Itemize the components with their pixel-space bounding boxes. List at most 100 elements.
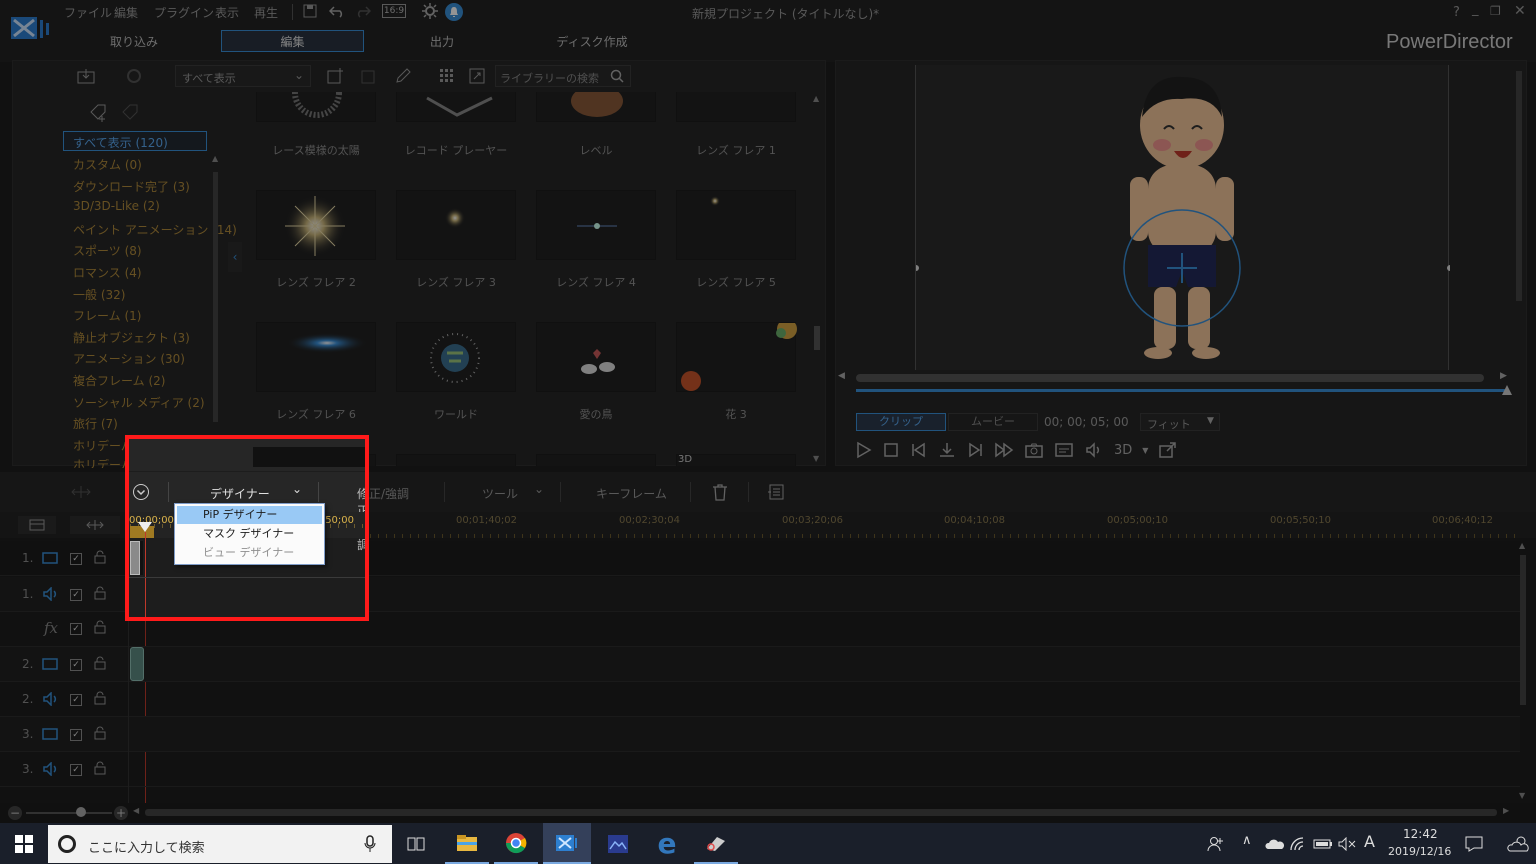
tray-expand-icon[interactable]: ∧ bbox=[1242, 833, 1252, 848]
preview-canvas[interactable] bbox=[915, 65, 1450, 370]
scroll-left-icon[interactable]: ◀ bbox=[838, 371, 845, 381]
scroll-right-icon[interactable]: ▶ bbox=[1503, 806, 1509, 815]
plugin-icon[interactable] bbox=[123, 67, 145, 85]
view-designer-menu-item[interactable]: ビュー デザイナー bbox=[177, 544, 322, 562]
track-enable-checkbox[interactable]: ✓ bbox=[70, 694, 82, 706]
category-item[interactable]: ソーシャル メディア (2) bbox=[73, 394, 205, 411]
lock-icon[interactable] bbox=[94, 761, 106, 775]
add-effect-icon[interactable] bbox=[325, 67, 345, 85]
fit-timeline-view-icon[interactable] bbox=[70, 516, 120, 534]
playback-progress[interactable] bbox=[856, 389, 1508, 392]
track-enable-checkbox[interactable]: ✓ bbox=[70, 589, 82, 601]
stop-icon[interactable] bbox=[882, 441, 900, 459]
notification-icon[interactable] bbox=[445, 3, 463, 21]
zoom-fit-select[interactable]: フィット ▼ bbox=[1140, 413, 1220, 431]
effect-thumbnail[interactable] bbox=[396, 190, 516, 260]
thumbnail-size-icon[interactable] bbox=[467, 67, 487, 85]
previous-frame-icon[interactable] bbox=[910, 441, 928, 459]
movie-mode-button[interactable]: ムービー bbox=[948, 413, 1038, 431]
zoom-slider[interactable] bbox=[26, 812, 112, 814]
scroll-left-icon[interactable]: ◀ bbox=[133, 806, 139, 815]
keyframe-button[interactable]: キーフレーム bbox=[596, 485, 667, 502]
track-enable-checkbox[interactable]: ✓ bbox=[70, 764, 82, 776]
split-clip-icon[interactable] bbox=[938, 441, 956, 459]
category-item[interactable]: フレーム (1) bbox=[73, 307, 141, 324]
minimize-icon[interactable]: _ bbox=[1472, 2, 1479, 17]
tab-disc[interactable]: ディスク作成 bbox=[522, 30, 662, 52]
menu-edit[interactable]: 編集 bbox=[114, 4, 138, 21]
category-item[interactable]: ダウンロード完了 (3) bbox=[73, 178, 190, 195]
lock-icon[interactable] bbox=[94, 656, 106, 670]
category-item[interactable]: 3D/3D-Like (2) bbox=[73, 199, 160, 213]
clock-date[interactable]: 2019/12/16 bbox=[1388, 845, 1451, 858]
category-item[interactable]: 複合フレーム (2) bbox=[73, 372, 165, 389]
effect-thumbnail[interactable] bbox=[256, 322, 376, 392]
powerdirector-taskbar-icon[interactable] bbox=[543, 823, 591, 864]
category-item[interactable]: カスタム (0) bbox=[73, 156, 142, 173]
photo-app-icon[interactable] bbox=[596, 823, 640, 864]
volume-icon[interactable] bbox=[1084, 441, 1104, 459]
onedrive-icon[interactable] bbox=[1264, 823, 1286, 864]
lock-icon[interactable] bbox=[94, 726, 106, 740]
timecode-display[interactable]: 00; 00; 05; 00 bbox=[1044, 415, 1129, 429]
effect-thumbnail[interactable] bbox=[676, 190, 796, 260]
ime-indicator[interactable]: A bbox=[1364, 832, 1375, 851]
edit-pencil-icon[interactable] bbox=[393, 67, 413, 85]
volume-mute-icon[interactable] bbox=[1336, 823, 1358, 864]
more-features-icon[interactable] bbox=[766, 482, 786, 502]
effect-thumbnail[interactable] bbox=[256, 92, 376, 122]
track-enable-checkbox[interactable]: ✓ bbox=[70, 659, 82, 671]
effect-thumbnail[interactable] bbox=[676, 92, 796, 122]
microphone-icon[interactable] bbox=[364, 835, 376, 853]
effect-thumbnail[interactable] bbox=[536, 190, 656, 260]
action-center-icon[interactable] bbox=[1462, 823, 1486, 864]
task-view-icon[interactable] bbox=[400, 823, 432, 864]
library-filter-select[interactable]: すべて表示 ⌄ bbox=[175, 65, 311, 87]
playhead-handle[interactable] bbox=[1502, 385, 1512, 395]
menu-play[interactable]: 再生 bbox=[254, 4, 278, 21]
scroll-down-icon[interactable]: ▼ bbox=[1519, 791, 1525, 800]
zoom-slider-handle[interactable] bbox=[76, 807, 86, 817]
effect-thumbnail[interactable] bbox=[676, 454, 796, 466]
category-item[interactable]: スポーツ (8) bbox=[73, 242, 142, 259]
category-item[interactable]: 静止オブジェクト (3) bbox=[73, 329, 190, 346]
snapshot-icon[interactable] bbox=[1024, 441, 1044, 459]
play-icon[interactable] bbox=[854, 441, 872, 459]
search-icon[interactable] bbox=[608, 68, 626, 84]
tab-capture[interactable]: 取り込み bbox=[64, 30, 204, 52]
category-item[interactable]: ロマンス (4) bbox=[73, 264, 142, 281]
timeline-h-scrollbar[interactable] bbox=[145, 809, 1497, 816]
remove-effect-icon[interactable] bbox=[359, 67, 379, 85]
category-item[interactable]: アニメーション (30) bbox=[73, 350, 185, 367]
effect-thumbnail[interactable] bbox=[396, 322, 516, 392]
snipping-tool-icon[interactable] bbox=[694, 823, 738, 864]
category-item[interactable]: すべて表示 (120) bbox=[73, 134, 168, 151]
windows-start-icon[interactable] bbox=[0, 823, 48, 864]
collapse-panel-button[interactable]: ‹ bbox=[228, 242, 242, 272]
lock-icon[interactable] bbox=[94, 620, 106, 634]
chevron-down-icon[interactable]: ⌄ bbox=[534, 482, 544, 496]
people-icon[interactable] bbox=[1204, 823, 1228, 864]
menu-view[interactable]: 表示 bbox=[215, 4, 239, 21]
effect-thumbnail[interactable] bbox=[536, 92, 656, 122]
effect-thumbnail[interactable] bbox=[396, 92, 516, 122]
undock-icon[interactable] bbox=[1158, 441, 1178, 459]
tab-output[interactable]: 出力 bbox=[372, 30, 512, 52]
tab-edit[interactable]: 編集 bbox=[221, 30, 364, 52]
pip-clip[interactable] bbox=[130, 647, 144, 681]
scroll-up-icon[interactable]: ▲ bbox=[1519, 541, 1525, 550]
subtitle-icon[interactable] bbox=[1054, 441, 1074, 459]
lock-icon[interactable] bbox=[94, 691, 106, 705]
chevron-down-icon[interactable]: ▼ bbox=[1142, 446, 1148, 455]
tools-button[interactable]: ツール bbox=[482, 485, 518, 502]
effect-thumbnail[interactable] bbox=[676, 322, 797, 392]
clip-mode-button[interactable]: クリップ bbox=[856, 413, 946, 431]
taskbar-search-input[interactable]: ここに入力して検索 bbox=[48, 825, 392, 863]
edge-icon[interactable]: e bbox=[645, 823, 689, 864]
category-item[interactable]: 旅行 (7) bbox=[73, 415, 118, 432]
preview-h-scrollbar[interactable] bbox=[856, 374, 1484, 382]
aspect-ratio-button[interactable]: 16:9 bbox=[382, 4, 406, 18]
menu-plugin[interactable]: プラグイン bbox=[154, 4, 214, 21]
zoom-out-icon[interactable]: − bbox=[8, 806, 22, 820]
mask-designer-menu-item[interactable]: マスク デザイナー bbox=[177, 525, 322, 543]
